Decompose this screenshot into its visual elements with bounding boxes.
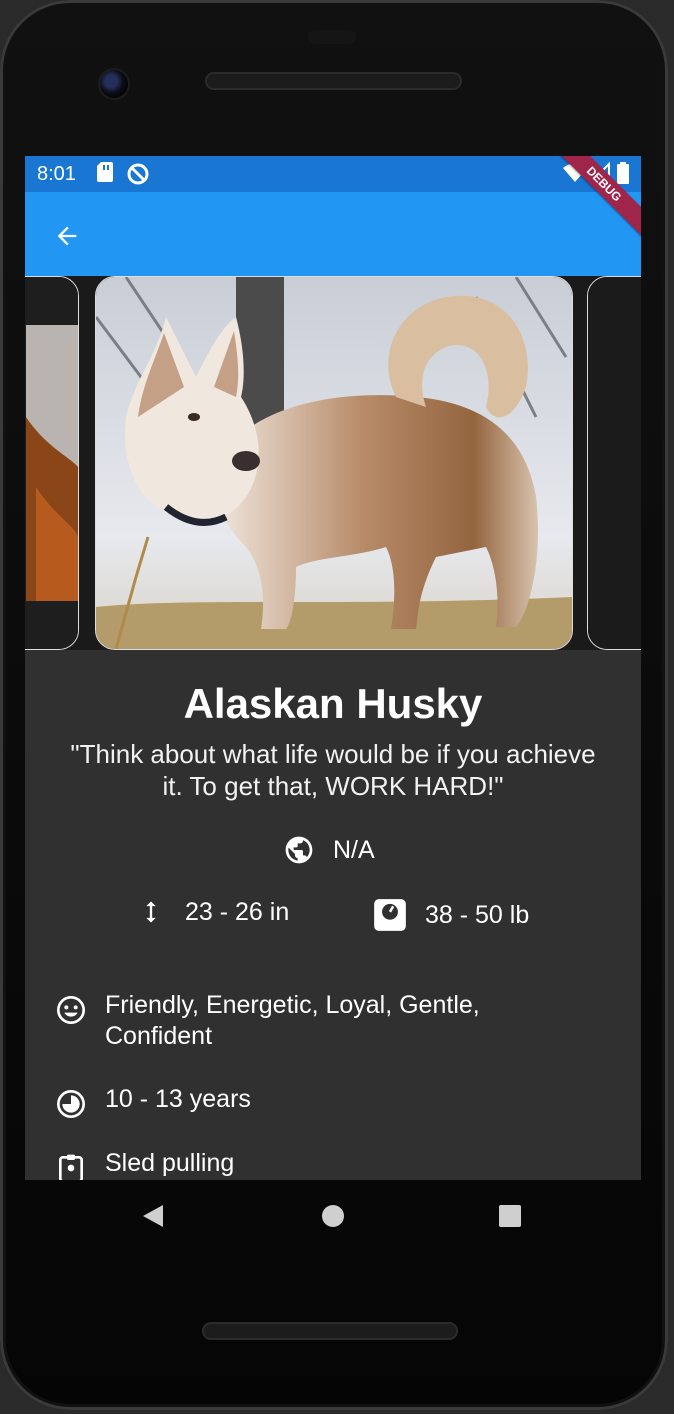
clipboard-badge-icon	[59, 1154, 83, 1180]
bred-for-value: Sled pulling	[105, 1149, 235, 1177]
arrow-back-icon	[57, 226, 77, 246]
status-bar: 8:01	[25, 156, 641, 192]
back-button[interactable]	[43, 212, 91, 260]
temperament-row: Friendly, Energetic, Loyal, Gentle, Conf…	[55, 990, 525, 1052]
life-span-row: 10 - 13 years	[55, 1084, 251, 1120]
scale-icon	[374, 899, 406, 931]
back-triangle-icon	[143, 1205, 163, 1227]
app-bar	[25, 192, 641, 276]
height-row: 23 - 26 in	[137, 896, 289, 928]
bottom-speaker	[202, 1322, 458, 1340]
breed-quote: "Think about what life would be if you a…	[70, 739, 596, 801]
clock-pie-icon	[57, 1090, 85, 1118]
temperament-value: Friendly, Energetic, Loyal, Gentle, Conf…	[105, 991, 480, 1050]
smiley-icon	[57, 996, 85, 1024]
weight-row: 38 - 50 lb	[371, 896, 529, 934]
image-carousel[interactable]	[25, 276, 641, 650]
height-value: 23 - 26 in	[185, 897, 290, 926]
previous-dog-card[interactable]	[25, 276, 79, 650]
sd-card-icon	[97, 162, 113, 182]
breed-name: Alaskan Husky	[183, 680, 483, 727]
do-not-disturb-icon	[127, 163, 149, 185]
weight-value: 38 - 50 lb	[425, 900, 530, 929]
front-camera-icon	[100, 70, 128, 98]
earpiece-speaker	[205, 72, 462, 90]
height-arrows-icon	[146, 901, 156, 923]
system-nav-bar	[25, 1180, 641, 1250]
alaskan-husky-image	[96, 277, 572, 649]
status-time: 8:01	[37, 163, 76, 185]
battery-icon	[617, 162, 629, 184]
home-circle-icon	[322, 1205, 344, 1227]
life-span-value: 10 - 13 years	[105, 1085, 251, 1113]
nav-recents-button[interactable]	[488, 1194, 532, 1238]
nav-home-button[interactable]	[311, 1194, 355, 1238]
next-dog-card[interactable]	[587, 276, 641, 650]
origin-value: N/A	[333, 835, 375, 864]
bred-for-row: Sled pulling	[55, 1148, 234, 1180]
next-dog-image	[588, 277, 641, 649]
previous-dog-image	[25, 277, 78, 649]
nav-back-button[interactable]	[131, 1194, 175, 1238]
proximity-sensor	[308, 30, 356, 44]
recents-square-icon	[499, 1205, 521, 1227]
globe-icon	[285, 836, 313, 864]
main-dog-card[interactable]	[95, 276, 573, 650]
origin-row: N/A	[283, 834, 375, 866]
app-screen: 8:01 DEBUG Alaskan Husky "Think about wh…	[25, 156, 641, 1180]
breed-details: Alaskan Husky "Think about what life wou…	[25, 650, 641, 1180]
